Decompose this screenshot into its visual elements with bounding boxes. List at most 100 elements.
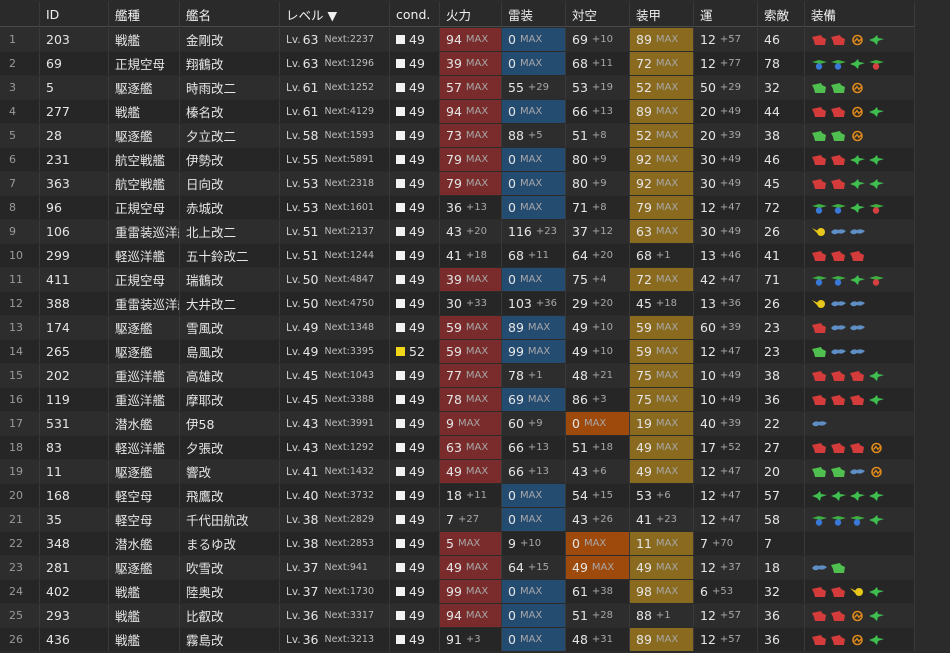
- level-value: 55: [302, 152, 319, 167]
- anti-air-value: 75: [572, 272, 588, 287]
- ship-name[interactable]: 響改: [180, 460, 280, 483]
- ship-name[interactable]: 時雨改二: [180, 76, 280, 99]
- ship-name[interactable]: 雪風改: [180, 316, 280, 339]
- ship-name[interactable]: 瑞鶴改: [180, 268, 280, 291]
- table-row[interactable]: 26 436 戦艦 霧島改 Lv. 36 Next:3213 49 91 +3 0 MAX 48 +31 8…: [0, 628, 915, 651]
- condition: 49: [390, 28, 440, 51]
- torpedo-value: 0: [508, 200, 516, 215]
- ship-name[interactable]: 島風改: [180, 340, 280, 363]
- ship-name[interactable]: 霧島改: [180, 628, 280, 651]
- col-id-header[interactable]: ID: [40, 2, 109, 27]
- ship-name[interactable]: 金剛改: [180, 28, 280, 51]
- condition: 49: [390, 628, 440, 651]
- luck-value: 20: [700, 104, 716, 119]
- table-row[interactable]: 5 28 駆逐艦 夕立改二 Lv. 58 Next:1593 49 73 MAX 88 +5 51 +8 5…: [0, 124, 915, 147]
- ship-name[interactable]: 陸奥改: [180, 580, 280, 603]
- table-row[interactable]: 3 5 駆逐艦 時雨改二 Lv. 61 Next:1252 49 57 MAX 55 +29 53 +19…: [0, 76, 915, 99]
- table-row[interactable]: 7 363 航空戦艦 日向改 Lv. 53 Next:2318 49 79 MAX 0 MAX 80 +9…: [0, 172, 915, 195]
- col-name-header[interactable]: 艦名: [180, 2, 280, 27]
- ship-level: Lv. 50 Next:4750: [280, 292, 390, 315]
- level-value: 58: [302, 128, 319, 143]
- firepower: 78 MAX: [440, 388, 502, 411]
- table-row[interactable]: 14 265 駆逐艦 島風改 Lv. 49 Next:3395 52 59 MAX 99 MAX 49 +…: [0, 340, 915, 363]
- armor-value: 72: [636, 272, 652, 287]
- table-row[interactable]: 8 96 正規空母 赤城改 Lv. 53 Next:1601 49 36 +13 0 MAX 71 +8 7…: [0, 196, 915, 219]
- col-equipment-header[interactable]: 装備: [805, 2, 915, 27]
- col-firepower-header[interactable]: 火力: [440, 2, 502, 27]
- luck-value: 12: [700, 488, 716, 503]
- ship-name[interactable]: 吹雪改: [180, 556, 280, 579]
- torpedo-value: 60: [508, 416, 524, 431]
- ship-name[interactable]: 日向改: [180, 172, 280, 195]
- table-row[interactable]: 25 293 戦艦 比叡改 Lv. 36 Next:3317 49 94 MAX 0 MAX 51 +28…: [0, 604, 915, 627]
- ship-name[interactable]: 高雄改: [180, 364, 280, 387]
- condition: 49: [390, 460, 440, 483]
- ship-name[interactable]: まるゆ改: [180, 532, 280, 555]
- ship-name[interactable]: 千代田航改: [180, 508, 280, 531]
- col-los-header[interactable]: 索敵: [758, 2, 805, 27]
- ship-name[interactable]: 比叡改: [180, 604, 280, 627]
- firepower-modifier: +20: [465, 226, 488, 237]
- col-level-header[interactable]: レベル ▼: [280, 2, 390, 27]
- armor-modifier: MAX: [655, 34, 679, 45]
- table-row[interactable]: 12388重雷装巡洋艦大井改二Lv.50Next:47504930+33103+…: [0, 292, 915, 315]
- torpedo-value: 0: [508, 176, 516, 191]
- table-row[interactable]: 23 281 駆逐艦 吹雪改 Lv. 37 Next:941 49 49 MAX 64 +15 49 MA…: [0, 556, 915, 579]
- ship-name[interactable]: 赤城改: [180, 196, 280, 219]
- ship-name[interactable]: 飛鷹改: [180, 484, 280, 507]
- col-torpedo-header[interactable]: 雷装: [502, 2, 566, 27]
- ship-name[interactable]: 翔鶴改: [180, 52, 280, 75]
- ship-level: Lv. 51 Next:2137: [280, 220, 390, 243]
- vertical-scrollbar[interactable]: [915, 0, 950, 653]
- table-row[interactable]: 21 35 軽空母 千代田航改 Lv. 38 Next:2829 49 7 +27 0 MAX 43 +2…: [0, 508, 915, 531]
- torpedo-icon: [850, 348, 865, 354]
- table-row[interactable]: 17 531 潜水艦 伊58 Lv. 43 Next:3991 49 9 MAX 60 +9 0 MAX 1…: [0, 412, 915, 435]
- torpedo-modifier: MAX: [519, 34, 543, 45]
- firepower: 18 +11: [440, 484, 502, 507]
- table-row[interactable]: 13 174 駆逐艦 雪風改 Lv. 49 Next:1348 49 59 MAX 89 MAX 49 +…: [0, 316, 915, 339]
- next-exp: Next:1348: [324, 322, 375, 333]
- ship-name[interactable]: 大井改二: [180, 292, 280, 315]
- ship-type: 戦艦: [109, 604, 180, 627]
- col-luck-header[interactable]: 運: [694, 2, 758, 27]
- col-aa-header[interactable]: 対空: [566, 2, 630, 27]
- table-row[interactable]: 19 11 駆逐艦 響改 Lv. 41 Next:1432 49 49 MAX 66 +13 43 +6 4…: [0, 460, 915, 483]
- ship-type: 戦艦: [109, 28, 180, 51]
- armor-value: 59: [636, 320, 652, 335]
- main-gun-icon: [812, 634, 826, 645]
- next-exp: Next:3213: [324, 634, 375, 645]
- table-row[interactable]: 11 411 正規空母 瑞鶴改 Lv. 50 Next:4847 49 39 MAX 0 MAX 75 +…: [0, 268, 915, 291]
- seaplane-icon: [869, 490, 884, 501]
- col-index-header[interactable]: [0, 2, 40, 27]
- table-row[interactable]: 16 119 重巡洋艦 摩耶改 Lv. 45 Next:3388 49 78 MAX 69 MAX 86…: [0, 388, 915, 411]
- table-row[interactable]: 20 168 軽空母 飛鷹改 Lv. 40 Next:3732 49 18 +11 0 MAX 54 +1…: [0, 484, 915, 507]
- table-row[interactable]: 2 69 正規空母 翔鶴改 Lv. 63 Next:1296 49 39 MAX 0 MAX 68 +11…: [0, 52, 915, 75]
- table-row[interactable]: 1 203 戦艦 金剛改 Lv. 63 Next:2237 49 94 MAX 0 MAX 69 +10 8…: [0, 28, 915, 51]
- ship-name[interactable]: 榛名改: [180, 100, 280, 123]
- col-armor-header[interactable]: 装甲: [630, 2, 694, 27]
- table-row[interactable]: 6 231 航空戦艦 伊勢改 Lv. 55 Next:5891 49 79 MAX 0 MAX 80 +9…: [0, 148, 915, 171]
- ship-name[interactable]: 摩耶改: [180, 388, 280, 411]
- ship-name[interactable]: 伊勢改: [180, 148, 280, 171]
- condition-square: [396, 251, 405, 260]
- table-row[interactable]: 9106重雷装巡洋艦北上改二Lv.51Next:21374943+20116+2…: [0, 220, 915, 243]
- condition-value: 49: [409, 368, 425, 383]
- ship-name[interactable]: 伊58: [180, 412, 280, 435]
- col-type-header[interactable]: 艦種: [109, 2, 180, 27]
- ship-name[interactable]: 夕張改: [180, 436, 280, 459]
- table-row[interactable]: 18 83 軽巡洋艦 夕張改 Lv. 43 Next:1292 49 63 MAX 66 +13 51 +…: [0, 436, 915, 459]
- torpedo-value: 78: [508, 368, 524, 383]
- armor-value: 63: [636, 224, 652, 239]
- table-row[interactable]: 15 202 重巡洋艦 高雄改 Lv. 45 Next:1043 49 77 MAX 78 +1 48 +…: [0, 364, 915, 387]
- ship-name[interactable]: 北上改二: [180, 220, 280, 243]
- main-gun-icon: [812, 394, 826, 405]
- table-row[interactable]: 22 348 潜水艦 まるゆ改 Lv. 38 Next:2853 49 5 MAX 9 +10 0 MAX…: [0, 532, 915, 555]
- condition-value: 49: [409, 224, 425, 239]
- ship-name[interactable]: 夕立改二: [180, 124, 280, 147]
- ship-name[interactable]: 五十鈴改二: [180, 244, 280, 267]
- col-cond-header[interactable]: cond.: [390, 2, 440, 27]
- table-row[interactable]: 10 299 軽巡洋艦 五十鈴改二 Lv. 51 Next:1244 49 41 +18 68 +11…: [0, 244, 915, 267]
- table-row[interactable]: 24 402 戦艦 陸奥改 Lv. 37 Next:1730 49 99 MAX 0 MAX 61 +38…: [0, 580, 915, 603]
- firepower-value: 59: [446, 344, 462, 359]
- table-row[interactable]: 4 277 戦艦 榛名改 Lv. 61 Next:4129 49 94 MAX 0 MAX 66 +13 8…: [0, 100, 915, 123]
